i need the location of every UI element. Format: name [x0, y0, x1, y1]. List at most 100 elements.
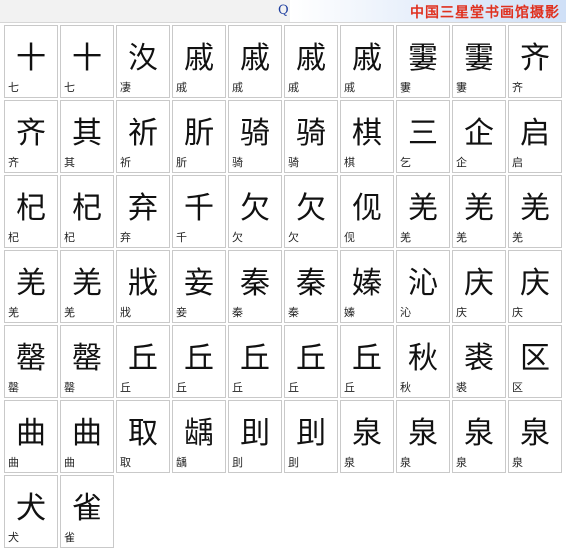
character-label: 棋 [344, 156, 355, 169]
oracle-glyph: 妾 [184, 266, 214, 301]
oracle-glyph: 龋 [184, 416, 214, 451]
character-label: 龋 [176, 456, 187, 469]
oracle-glyph: 刞 [296, 416, 326, 451]
character-cell: 羌羌 [4, 250, 58, 323]
oracle-glyph: 霋 [464, 41, 494, 76]
character-cell: 棋棋 [340, 100, 394, 173]
character-label: 刞 [288, 456, 299, 469]
page-title: 中国三星堂书画馆摄影 [410, 5, 560, 21]
character-cell: 戚戚 [340, 25, 394, 98]
character-label: 沁 [400, 306, 411, 319]
oracle-glyph: 齐 [16, 116, 46, 151]
oracle-glyph: 杞 [16, 191, 46, 226]
character-cell: 秦秦 [284, 250, 338, 323]
oracle-glyph: 戚 [352, 41, 382, 76]
character-label: 罄 [8, 381, 19, 394]
character-label: 泉 [344, 456, 355, 469]
character-cell: 启启 [508, 100, 562, 173]
character-cell: 肵肵 [172, 100, 226, 173]
character-label: 其 [64, 156, 75, 169]
character-label: 戕 [120, 306, 131, 319]
oracle-glyph: 刞 [240, 416, 270, 451]
character-label: 欠 [288, 231, 299, 244]
character-cell: 杞杞 [60, 175, 114, 248]
character-label: 七 [8, 81, 19, 94]
character-cell: 十七 [60, 25, 114, 98]
character-label: 羌 [8, 306, 19, 319]
oracle-glyph: 秦 [296, 266, 326, 301]
character-cell: 曲曲 [4, 400, 58, 473]
character-cell: 企企 [452, 100, 506, 173]
character-cell: 罄罄 [60, 325, 114, 398]
character-label: 丘 [232, 381, 243, 394]
character-cell: 区区 [508, 325, 562, 398]
oracle-glyph: 十 [16, 41, 46, 76]
character-label: 羌 [456, 231, 467, 244]
character-cell: 祈祈 [116, 100, 170, 173]
character-label: 雀 [64, 531, 75, 544]
character-label: 庆 [456, 306, 467, 319]
character-cell: 秋秋 [396, 325, 450, 398]
oracle-glyph: 罄 [72, 341, 102, 376]
oracle-glyph: 曲 [72, 416, 102, 451]
oracle-glyph: 羌 [520, 191, 550, 226]
character-label: 齐 [8, 156, 19, 169]
header-bar: Q 中国三星堂书画馆摄影 [0, 0, 566, 23]
oracle-glyph: 千 [184, 191, 214, 226]
oracle-glyph: 庆 [464, 266, 494, 301]
oracle-glyph: 羌 [16, 266, 46, 301]
character-cell: 龋龋 [172, 400, 226, 473]
character-cell: 刞刞 [228, 400, 282, 473]
oracle-glyph: 区 [520, 341, 550, 376]
character-label: 欠 [232, 231, 243, 244]
character-label: 取 [120, 456, 131, 469]
character-cell: 戚戚 [228, 25, 282, 98]
character-cell: 丘丘 [284, 325, 338, 398]
character-cell: 戕戕 [116, 250, 170, 323]
character-cell: 羌羌 [452, 175, 506, 248]
index-letter: Q [278, 3, 289, 18]
character-label: 千 [176, 231, 187, 244]
character-label: 嫀 [344, 306, 355, 319]
character-cell: 刞刞 [284, 400, 338, 473]
character-label: 曲 [64, 456, 75, 469]
character-label: 丘 [288, 381, 299, 394]
character-label: 伣 [344, 231, 355, 244]
character-cell: 庆庆 [452, 250, 506, 323]
character-label: 戚 [176, 81, 187, 94]
character-cell: 伣伣 [340, 175, 394, 248]
character-label: 杞 [64, 231, 75, 244]
character-cell: 曲曲 [60, 400, 114, 473]
oracle-glyph: 丘 [352, 341, 382, 376]
character-label: 刞 [232, 456, 243, 469]
character-cell: 三乞 [396, 100, 450, 173]
character-cell: 泉泉 [340, 400, 394, 473]
oracle-glyph: 三 [408, 116, 438, 151]
oracle-glyph: 戕 [128, 266, 158, 301]
oracle-glyph: 伣 [352, 191, 382, 226]
oracle-glyph: 嫀 [352, 266, 382, 301]
character-cell: 十七 [4, 25, 58, 98]
oracle-glyph: 丘 [128, 341, 158, 376]
character-label: 丘 [176, 381, 187, 394]
character-cell: 汷凄 [116, 25, 170, 98]
oracle-glyph: 罄 [16, 341, 46, 376]
oracle-glyph: 欠 [240, 191, 270, 226]
oracle-glyph: 秋 [408, 341, 438, 376]
oracle-glyph: 羌 [464, 191, 494, 226]
oracle-glyph: 十 [72, 41, 102, 76]
character-label: 霋 [400, 81, 411, 94]
oracle-glyph: 犬 [16, 491, 46, 526]
character-label: 祈 [120, 156, 131, 169]
character-cell: 霋霋 [396, 25, 450, 98]
oracle-glyph: 齐 [520, 41, 550, 76]
oracle-glyph: 欠 [296, 191, 326, 226]
character-label: 泉 [512, 456, 523, 469]
oracle-glyph: 祈 [128, 116, 158, 151]
character-cell: 齐齐 [508, 25, 562, 98]
oracle-glyph: 羌 [408, 191, 438, 226]
character-label: 霋 [456, 81, 467, 94]
oracle-glyph: 庆 [520, 266, 550, 301]
character-label: 企 [456, 156, 467, 169]
character-cell: 霋霋 [452, 25, 506, 98]
